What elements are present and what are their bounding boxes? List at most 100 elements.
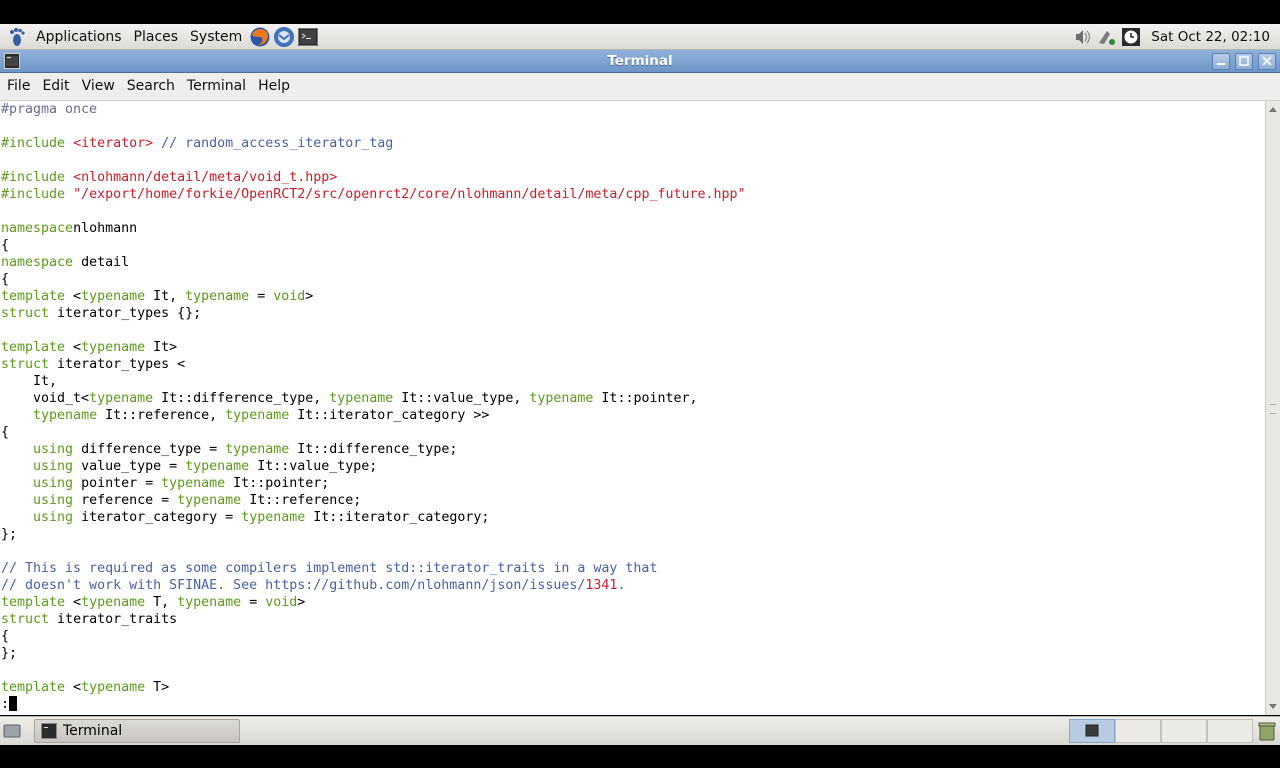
code-line: #pragma once [1,101,1265,118]
code-token: It::reference, [97,408,226,423]
menu-help[interactable]: Help [252,73,296,100]
terminal-menubar: File Edit View Search Terminal Help [0,73,1280,101]
close-button[interactable] [1258,53,1276,70]
code-line: using pointer = typename It::pointer; [1,475,1265,492]
scroll-down-icon[interactable] [1269,704,1277,709]
code-token: template [1,289,66,304]
code-token: pointer = [73,476,162,491]
code-token: }; [1,646,18,661]
window-titlebar[interactable]: Terminal [0,50,1280,73]
code-token: T> [145,680,170,695]
code-line: { [1,628,1265,645]
places-menu[interactable]: Places [128,25,185,49]
workspace-3[interactable] [1161,719,1207,743]
workspace-2[interactable] [1115,719,1161,743]
show-desktop-icon[interactable] [3,722,21,740]
code-token: using [33,476,74,491]
code-token: using [33,510,74,525]
menu-search[interactable]: Search [121,73,181,100]
terminal-view[interactable]: #pragma once #include <iterator> // rando… [0,101,1265,715]
code-line: }; [1,645,1265,662]
menu-view[interactable]: View [76,73,121,100]
code-token: value_type = [73,459,186,474]
workspace-window-icon [1085,724,1099,737]
applications-menu[interactable]: Applications [30,25,128,49]
vertical-scrollbar[interactable] [1265,101,1280,715]
code-line: struct iterator_types < [1,356,1265,373]
taskbar-terminal-button[interactable]: Terminal [34,719,240,743]
system-tray: Sat Oct 22, 02:10 [1071,27,1280,47]
code-token: "/export/home/forkie/OpenRCT2/src/openrc… [73,187,746,202]
code-token: #include [1,170,74,185]
code-token: namespace [1,221,74,236]
workspace-4[interactable] [1207,719,1253,743]
clock-app-icon[interactable] [1121,27,1141,47]
thunderbird-icon[interactable] [273,26,295,48]
code-line: template <typename T> [1,679,1265,696]
code-token: { [1,238,10,253]
text-cursor [9,696,18,711]
code-token: < [65,595,82,610]
code-token: nlohmann [73,221,138,236]
code-token: using [33,459,74,474]
code-token: #include [1,187,74,202]
code-token: It::difference_type, [153,391,330,406]
pager-prompt[interactable]: : [1,696,1265,713]
maximize-icon [1239,56,1249,66]
code-token: typename [81,680,146,695]
menu-terminal[interactable]: Terminal [181,73,252,100]
code-token: typename [33,408,98,423]
code-line: { [1,424,1265,441]
code-token: T, [145,595,178,610]
volume-icon[interactable] [1073,27,1093,47]
code-token: 1341 [585,578,618,593]
network-icon[interactable] [1097,27,1117,47]
code-token: // doesn't work with SFINAE. See https:/… [1,578,586,593]
trash-icon[interactable] [1257,721,1277,741]
code-line: using reference = typename It::reference… [1,492,1265,509]
code-token: { [1,425,10,440]
panel-clock[interactable]: Sat Oct 22, 02:10 [1143,29,1280,45]
code-token: It, [145,289,186,304]
code-token: It::value_type; [249,459,378,474]
code-token: }; [1,527,18,542]
code-token: <iterator> [73,136,154,151]
source-listing: #pragma once #include <iterator> // rando… [0,101,1265,713]
code-token: { [1,272,10,287]
menu-file[interactable]: File [1,73,36,100]
code-token: difference_type = [73,442,226,457]
minimize-button[interactable] [1212,53,1230,70]
workspace-1[interactable] [1069,719,1115,743]
code-line: namespacenlohmann [1,220,1265,237]
terminal-launcher-icon[interactable] [297,26,319,48]
code-token: namespace [1,255,74,270]
code-token: typename [225,408,290,423]
code-token: template [1,595,66,610]
scrollbar-thumb[interactable] [1270,404,1276,414]
code-line: #include <nlohmann/detail/meta/void_t.hp… [1,169,1265,186]
code-line: // This is required as some compilers im… [1,560,1265,577]
minimize-icon [1217,63,1225,65]
code-token: void [273,289,306,304]
code-line: It, [1,373,1265,390]
scroll-up-icon[interactable] [1269,107,1277,112]
system-menu[interactable]: System [184,25,248,49]
code-line: }; [1,526,1265,543]
menu-edit[interactable]: Edit [36,73,75,100]
code-token: iterator_types < [49,357,186,372]
code-token: iterator_traits [49,612,178,627]
maximize-button[interactable] [1235,53,1253,70]
gnome-foot-icon[interactable] [6,26,28,48]
code-token: using [33,442,74,457]
code-token: #pragma once [1,102,98,117]
code-line: { [1,237,1265,254]
code-line: struct iterator_traits [1,611,1265,628]
code-token: { [1,629,10,644]
firefox-icon[interactable] [249,26,271,48]
